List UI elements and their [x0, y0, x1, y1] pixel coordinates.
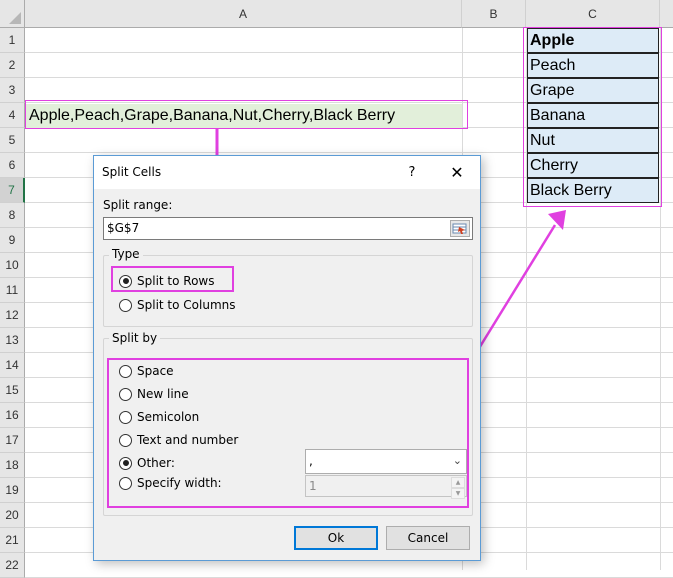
cancel-button[interactable]: Cancel — [386, 526, 470, 550]
row-header-17[interactable]: 17 — [0, 428, 25, 453]
specify-width-value: 1 — [309, 479, 317, 493]
row-header-6[interactable]: 6 — [0, 153, 25, 178]
radio-button[interactable] — [119, 274, 132, 288]
cell-c3[interactable]: Grape — [527, 78, 659, 103]
split-range-label: Split range: — [103, 198, 173, 212]
radio-label: Other: — [137, 456, 175, 470]
spin-up-icon[interactable]: ▲ — [451, 477, 465, 488]
radio-split-to-columns[interactable]: Split to Columns — [119, 296, 236, 314]
radio-split-to-rows[interactable]: Split to Rows — [119, 272, 215, 290]
column-header-b[interactable]: B — [462, 0, 526, 28]
row-header-21[interactable]: 21 — [0, 528, 25, 553]
row-header-8[interactable]: 8 — [0, 203, 25, 228]
radio-button[interactable] — [119, 364, 132, 378]
row-header-10[interactable]: 10 — [0, 253, 25, 278]
radio-label: Split to Rows — [137, 274, 215, 288]
radio-label: Space — [137, 364, 174, 378]
type-group — [103, 255, 473, 327]
radio-label: Specify width: — [137, 476, 222, 490]
close-button[interactable]: ✕ — [442, 160, 472, 186]
type-group-title: Type — [109, 247, 143, 261]
column-header-a[interactable]: A — [25, 0, 462, 28]
radio-label: Split to Columns — [137, 298, 236, 312]
radio-button[interactable] — [119, 476, 132, 490]
radio-semicolon[interactable]: Semicolon — [119, 408, 199, 426]
ok-button[interactable]: Ok — [294, 526, 378, 550]
split-range-value: $G$7 — [107, 221, 140, 235]
column-header-d[interactable] — [660, 0, 673, 28]
radio-label: Text and number — [137, 433, 239, 447]
dialog-title: Split Cells — [102, 165, 162, 179]
spin-down-icon[interactable]: ▼ — [451, 488, 465, 499]
radio-button[interactable] — [119, 433, 132, 447]
row-header-20[interactable]: 20 — [0, 503, 25, 528]
row-header-9[interactable]: 9 — [0, 228, 25, 253]
radio-button[interactable] — [119, 298, 132, 312]
radio-text-and-number[interactable]: Text and number — [119, 431, 238, 449]
column-header-c[interactable]: C — [526, 0, 660, 28]
chevron-down-icon[interactable]: ⌄ — [453, 450, 462, 472]
radio-button[interactable] — [119, 410, 132, 424]
dialog-titlebar[interactable]: Split Cells ? ✕ — [94, 156, 480, 189]
row-header-13[interactable]: 13 — [0, 328, 25, 353]
radio-button[interactable] — [119, 387, 132, 401]
cell-c2[interactable]: Peach — [527, 53, 659, 78]
row-header-7[interactable]: 7 — [0, 178, 25, 203]
radio-label: New line — [137, 387, 189, 401]
radio-button[interactable] — [119, 456, 132, 470]
radio-label: Semicolon — [137, 410, 200, 424]
split-cells-dialog: Split Cells ? ✕ Split range: $G$7 Type S… — [93, 155, 481, 561]
help-button[interactable]: ? — [400, 161, 424, 185]
row-header-3[interactable]: 3 — [0, 78, 25, 103]
cell-c4[interactable]: Banana — [527, 103, 659, 128]
row-header-16[interactable]: 16 — [0, 403, 25, 428]
other-delimiter-combo[interactable]: , ⌄ — [305, 449, 467, 474]
other-delimiter-value: , — [309, 454, 313, 468]
row-header-22[interactable]: 22 — [0, 553, 25, 578]
cell-c1[interactable]: Apple — [527, 28, 659, 53]
cell-c6[interactable]: Cherry — [527, 153, 659, 178]
specify-width-spinner[interactable]: 1 ▲ ▼ — [305, 475, 467, 499]
row-header-1[interactable]: 1 — [0, 28, 25, 53]
cell-c5[interactable]: Nut — [527, 128, 659, 153]
gridline — [660, 28, 661, 570]
row-header-19[interactable]: 19 — [0, 478, 25, 503]
cell-a4[interactable]: Apple,Peach,Grape,Banana,Nut,Cherry,Blac… — [26, 104, 462, 128]
range-select-icon — [452, 223, 467, 234]
split-range-input[interactable]: $G$7 — [103, 217, 473, 240]
row-header-18[interactable]: 18 — [0, 453, 25, 478]
radio-space[interactable]: Space — [119, 362, 174, 380]
cell-c7[interactable]: Black Berry — [527, 178, 659, 203]
row-header-12[interactable]: 12 — [0, 303, 25, 328]
range-select-button[interactable] — [450, 220, 470, 237]
radio-other[interactable]: Other: — [119, 454, 175, 472]
select-all-corner[interactable] — [0, 0, 25, 28]
row-header-15[interactable]: 15 — [0, 378, 25, 403]
row-header-5[interactable]: 5 — [0, 128, 25, 153]
split-by-group-title: Split by — [109, 331, 161, 345]
row-header-14[interactable]: 14 — [0, 353, 25, 378]
radio-specify-width[interactable]: Specify width: — [119, 474, 222, 492]
row-header-4[interactable]: 4 — [0, 103, 25, 128]
row-header-2[interactable]: 2 — [0, 53, 25, 78]
radio-new-line[interactable]: New line — [119, 385, 189, 403]
row-header-11[interactable]: 11 — [0, 278, 25, 303]
